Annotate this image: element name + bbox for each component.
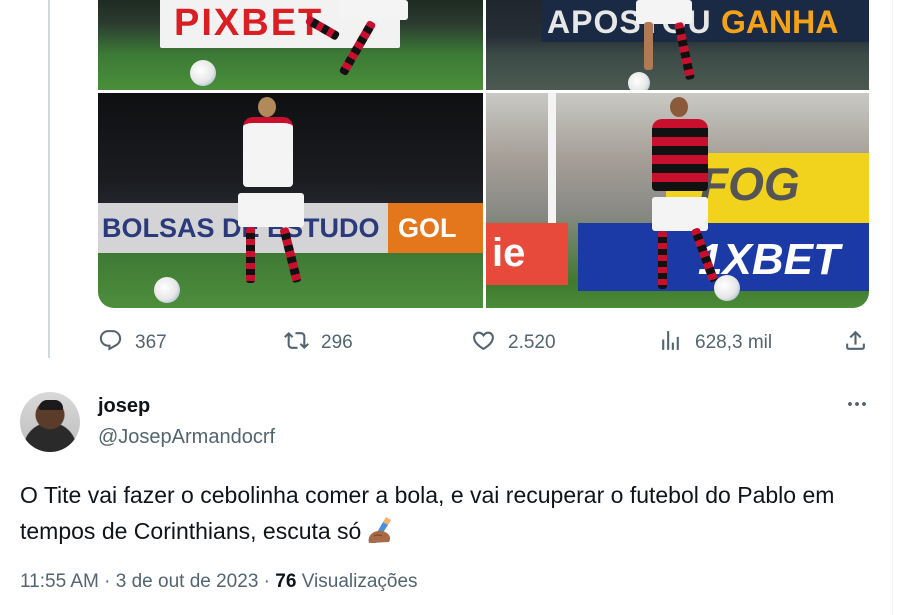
- avatar-cap: [39, 400, 63, 410]
- reply-count: 367: [135, 332, 167, 353]
- display-name[interactable]: josep: [98, 395, 150, 418]
- user-handle[interactable]: @JosepArmandocrf: [98, 426, 275, 449]
- more-options-button[interactable]: [842, 393, 872, 419]
- thread-connector-line: [48, 0, 50, 358]
- soccer-ball: [190, 60, 216, 86]
- like-button[interactable]: 2.520: [471, 326, 556, 360]
- photo-4[interactable]: FOG 1XBET ie: [486, 93, 869, 308]
- photo-1[interactable]: PIXBET: [98, 0, 483, 90]
- share-button[interactable]: [843, 326, 868, 360]
- reply-button[interactable]: 367: [98, 326, 167, 360]
- writing-hand-emoji: [365, 516, 395, 554]
- timestamp[interactable]: 11:55 AM · 3 de out de 2023 ·: [20, 571, 275, 592]
- timeline-border: [892, 0, 893, 615]
- avatar[interactable]: [20, 392, 80, 452]
- ad-banner-apostou: APOSTOU GANHA: [541, 0, 869, 42]
- tweet-text: O Tite vai fazer o cebolinha comer a bol…: [20, 477, 870, 554]
- soccer-ball: [628, 72, 650, 90]
- repost-icon: [284, 328, 309, 359]
- like-count: 2.520: [508, 332, 556, 353]
- tweet-action-bar: 367 296 2.520 628,3 mil: [98, 326, 869, 360]
- tweet-text-body: O Tite vai fazer o cebolinha comer a bol…: [20, 482, 835, 544]
- views-chart-icon: [658, 328, 683, 359]
- meta-views-count: 76: [275, 571, 297, 592]
- heart-icon: [471, 328, 496, 359]
- ad-banner-red: ie: [486, 223, 568, 285]
- tweet-meta: 11:55 AM · 3 de out de 2023 · 76 Visuali…: [20, 571, 418, 593]
- media-grid: PIXBET APOSTOU GANHA BOLSAS DE ESTUDO GOL: [98, 0, 869, 308]
- views-count: 628,3 mil: [695, 332, 773, 353]
- repost-button[interactable]: 296: [284, 326, 353, 360]
- photo-3[interactable]: BOLSAS DE ESTUDO GOL: [98, 93, 483, 308]
- reply-icon: [98, 328, 123, 359]
- repost-count: 296: [321, 332, 353, 353]
- soccer-ball: [714, 275, 740, 301]
- meta-views-label: Visualizações: [296, 571, 418, 592]
- more-dots-icon: [845, 392, 869, 421]
- ad-banner-gol: GOL: [388, 203, 483, 253]
- views-button[interactable]: 628,3 mil: [658, 326, 772, 360]
- share-icon: [843, 328, 868, 359]
- photo-2[interactable]: APOSTOU GANHA: [486, 0, 869, 90]
- soccer-ball: [154, 277, 180, 303]
